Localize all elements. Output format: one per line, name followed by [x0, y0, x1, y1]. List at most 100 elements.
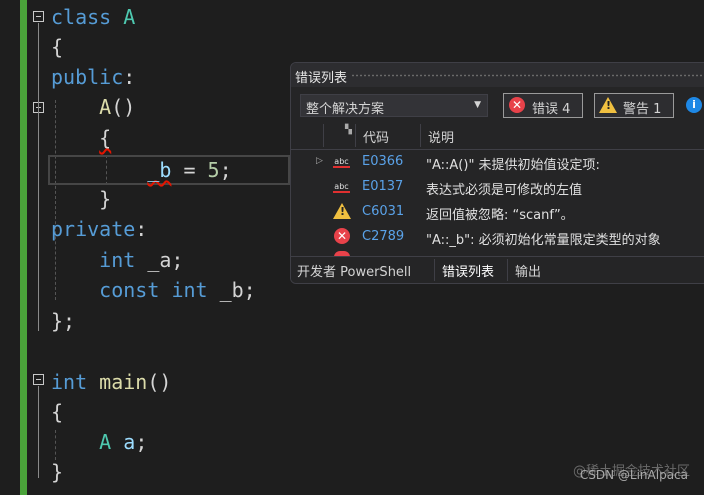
error-icon: ✕ [509, 97, 525, 113]
code-line[interactable]: public: [51, 62, 135, 92]
column-separator [420, 124, 421, 147]
code-line[interactable]: int main() [51, 367, 171, 397]
fold-guide-main [38, 386, 39, 478]
scope-dropdown[interactable]: 整个解决方案 ▼ [300, 94, 488, 117]
fold-guide-ctor [38, 114, 39, 206]
watermark-author: CSDN @LinAlpaca [579, 468, 688, 482]
error-row[interactable]: ✕ C2789 "A::_b": 必须初始化常量限定类型的对象 [291, 224, 704, 249]
error-icon: ✕ [334, 228, 350, 244]
panel-title-bar[interactable]: 错误列表 [291, 63, 704, 87]
warning-icon [333, 203, 351, 219]
code-token: int [51, 370, 88, 394]
code-token: 5 [207, 158, 220, 182]
tool-window-tabs: 开发者 PowerShell 错误列表 输出 [291, 256, 704, 283]
code-line[interactable]: const int _b; [51, 275, 256, 305]
abc-error-icon: abc [333, 157, 350, 168]
code-line[interactable]: int _a; [51, 245, 183, 275]
error-code[interactable]: C2789 [362, 229, 404, 244]
code-token: class [51, 5, 112, 29]
code-line[interactable]: { [51, 397, 63, 427]
code-line[interactable]: { [51, 123, 111, 153]
error-row[interactable]: C6031 返回值被忽略: “scanf”。 [291, 199, 704, 224]
warnings-count-label: 警告 1 [623, 102, 662, 117]
code-token: A [99, 430, 112, 454]
panel-title: 错误列表 [295, 71, 348, 86]
code-line[interactable]: { [51, 32, 63, 62]
fold-toggle-main[interactable] [33, 374, 44, 385]
code-token: _b; [207, 278, 256, 302]
info-icon[interactable]: i [686, 97, 702, 113]
code-line[interactable]: A a; [51, 427, 147, 457]
tab-error-list[interactable]: 错误列表 [442, 261, 494, 280]
code-token: ; [135, 430, 148, 454]
tab-output[interactable]: 输出 [515, 261, 541, 280]
code-line[interactable]: }; [51, 306, 75, 336]
errors-count-label: 错误 4 [532, 102, 571, 117]
error-description: "A::A()" 未提供初始值设定项: [426, 158, 600, 173]
code-token: _b [147, 158, 172, 182]
error-row[interactable]: ▷ abc E0366 "A::A()" 未提供初始值设定项: [291, 149, 704, 174]
error-description: 返回值被忽略: “scanf”。 [426, 208, 574, 223]
code-token: const [99, 278, 160, 302]
fold-toggle-class[interactable] [33, 11, 44, 22]
code-token: main [99, 370, 148, 394]
code-token: : [123, 65, 136, 89]
tab-developer-powershell[interactable]: 开发者 PowerShell [297, 261, 411, 280]
code-line[interactable]: } [51, 457, 63, 487]
code-line[interactable]: A() [51, 92, 135, 122]
code-token: A [99, 95, 112, 119]
code-token: () [147, 370, 172, 394]
code-token: ; [219, 158, 232, 182]
tab-separator [507, 259, 508, 281]
error-code[interactable]: E0366 [362, 154, 403, 169]
error-code[interactable]: C6031 [362, 204, 404, 219]
code-token: { [99, 126, 112, 150]
code-token: int [171, 278, 208, 302]
code-token: } [51, 187, 112, 211]
error-code[interactable]: E0137 [362, 179, 403, 194]
code-line[interactable]: _b = 5; [51, 155, 232, 185]
code-token: private [51, 217, 136, 241]
column-header-description[interactable]: 说明 [428, 127, 454, 146]
code-token: () [111, 95, 136, 119]
error-description: 表达式必须是可修改的左值 [426, 183, 583, 198]
change-indicator-bar [20, 0, 27, 495]
expand-arrow-icon[interactable]: ▷ [316, 156, 323, 166]
code-token: int [99, 248, 136, 272]
code-token: public [51, 65, 124, 89]
panel-grip [351, 74, 704, 77]
column-header-code[interactable]: 代码 [363, 127, 389, 146]
error-row[interactable]: abc E0137 表达式必须是可修改的左值 [291, 174, 704, 199]
tab-separator [434, 259, 435, 281]
column-header-row: ▚ 代码 说明 [291, 122, 704, 150]
code-token: }; [51, 309, 76, 333]
warnings-filter-button[interactable]: 警告 1 [594, 93, 674, 118]
error-list-panel: 错误列表 整个解决方案 ▼ ✕ 错误 4 警告 1 i ▚ 代码 说明 ▷ ab… [290, 62, 704, 284]
column-separator [323, 124, 324, 147]
error-description: "A::_b": 必须初始化常量限定类型的对象 [426, 233, 661, 248]
code-token: = [171, 158, 208, 182]
code-token: : [135, 217, 148, 241]
code-line[interactable]: } [51, 184, 111, 214]
code-line[interactable]: private: [51, 214, 147, 244]
sort-icon[interactable]: ▚ [345, 125, 352, 135]
abc-error-icon: abc [333, 182, 350, 193]
code-token: A [123, 5, 136, 29]
code-token: } [51, 460, 64, 484]
code-token: { [51, 35, 64, 59]
code-line[interactable]: class A [51, 2, 135, 32]
code-token: _a; [135, 248, 184, 272]
code-token: a [123, 430, 136, 454]
column-separator [355, 124, 356, 147]
code-token: { [51, 400, 64, 424]
errors-filter-button[interactable]: ✕ 错误 4 [503, 93, 583, 118]
scope-value: 整个解决方案 [306, 102, 385, 117]
